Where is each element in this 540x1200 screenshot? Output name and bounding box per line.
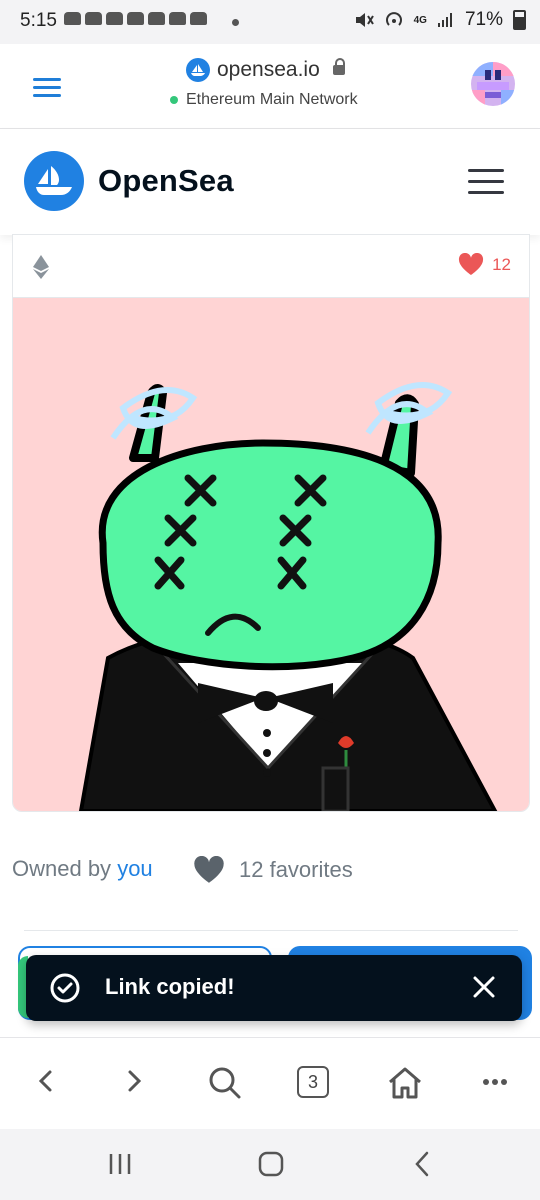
- wallet-avatar[interactable]: [471, 62, 515, 106]
- network-type: 4G: [413, 14, 427, 26]
- tabs-button[interactable]: 3: [297, 1066, 329, 1098]
- site-menu-icon[interactable]: [468, 169, 504, 202]
- mute-icon: [355, 13, 374, 27]
- favorites-summary: 12 favorites: [193, 856, 353, 884]
- notification-icon: [85, 12, 102, 25]
- notification-icon: [190, 12, 207, 25]
- notification-icons: [64, 12, 207, 25]
- toast-notification: Link copied!: [26, 955, 522, 1021]
- notification-icon: [169, 12, 186, 25]
- forward-icon[interactable]: [124, 1066, 144, 1096]
- hotspot-icon: [385, 12, 402, 26]
- status-time: 5:15: [20, 10, 57, 31]
- battery-icon: [513, 10, 526, 30]
- recent-apps-icon[interactable]: [108, 1152, 132, 1176]
- more-icon[interactable]: [482, 1078, 508, 1086]
- browser-bottom-bar: 3: [0, 1037, 540, 1130]
- owner-link[interactable]: you: [117, 856, 152, 881]
- network-label: Ethereum Main Network: [186, 91, 358, 108]
- notification-icon: [127, 12, 144, 25]
- browser-url-bar: opensea.io Ethereum Main Network: [0, 44, 540, 129]
- search-icon[interactable]: [208, 1066, 242, 1100]
- site-header: OpenSea: [0, 129, 540, 235]
- owner-info: Owned by you: [12, 856, 153, 882]
- more-notifications-dot: [232, 19, 239, 26]
- heart-icon: [194, 856, 224, 883]
- owned-by-label: Owned by: [12, 856, 112, 881]
- nft-artwork[interactable]: [13, 298, 529, 811]
- lock-icon: [332, 58, 345, 75]
- ethereum-icon: [33, 255, 49, 279]
- status-bar: 5:15 4G 71%: [0, 0, 540, 44]
- system-navigation-bar: [0, 1129, 540, 1200]
- favorite-button[interactable]: 12: [458, 253, 511, 276]
- favorites-label: 12 favorites: [239, 857, 353, 882]
- notification-icon: [148, 12, 165, 25]
- battery-percent: 71%: [464, 9, 503, 30]
- network-indicator: Ethereum Main Network: [170, 91, 358, 109]
- domain-text: opensea.io: [217, 58, 320, 81]
- opensea-logo-icon[interactable]: [24, 151, 84, 211]
- status-right: 4G 71%: [354, 9, 526, 31]
- home-button-icon[interactable]: [258, 1151, 284, 1177]
- brand-name[interactable]: OpenSea: [98, 163, 234, 199]
- card-header: 12: [13, 235, 529, 298]
- home-icon[interactable]: [387, 1066, 423, 1100]
- nft-card: 12: [12, 234, 530, 812]
- heart-icon: [459, 253, 484, 275]
- divider: [24, 930, 518, 931]
- menu-icon[interactable]: [33, 78, 61, 102]
- url-domain[interactable]: opensea.io: [186, 58, 345, 82]
- toast-message: Link copied!: [105, 974, 235, 999]
- signal-icon: [437, 13, 452, 27]
- notification-icon: [106, 12, 123, 25]
- favorites-count: 12: [492, 254, 511, 274]
- system-back-icon[interactable]: [412, 1150, 432, 1178]
- notification-icon: [64, 12, 81, 25]
- check-circle-icon: [50, 973, 80, 1003]
- opensea-favicon-icon: [186, 58, 210, 82]
- network-status-dot: [170, 96, 178, 104]
- close-icon[interactable]: [472, 975, 496, 999]
- back-icon[interactable]: [36, 1066, 56, 1096]
